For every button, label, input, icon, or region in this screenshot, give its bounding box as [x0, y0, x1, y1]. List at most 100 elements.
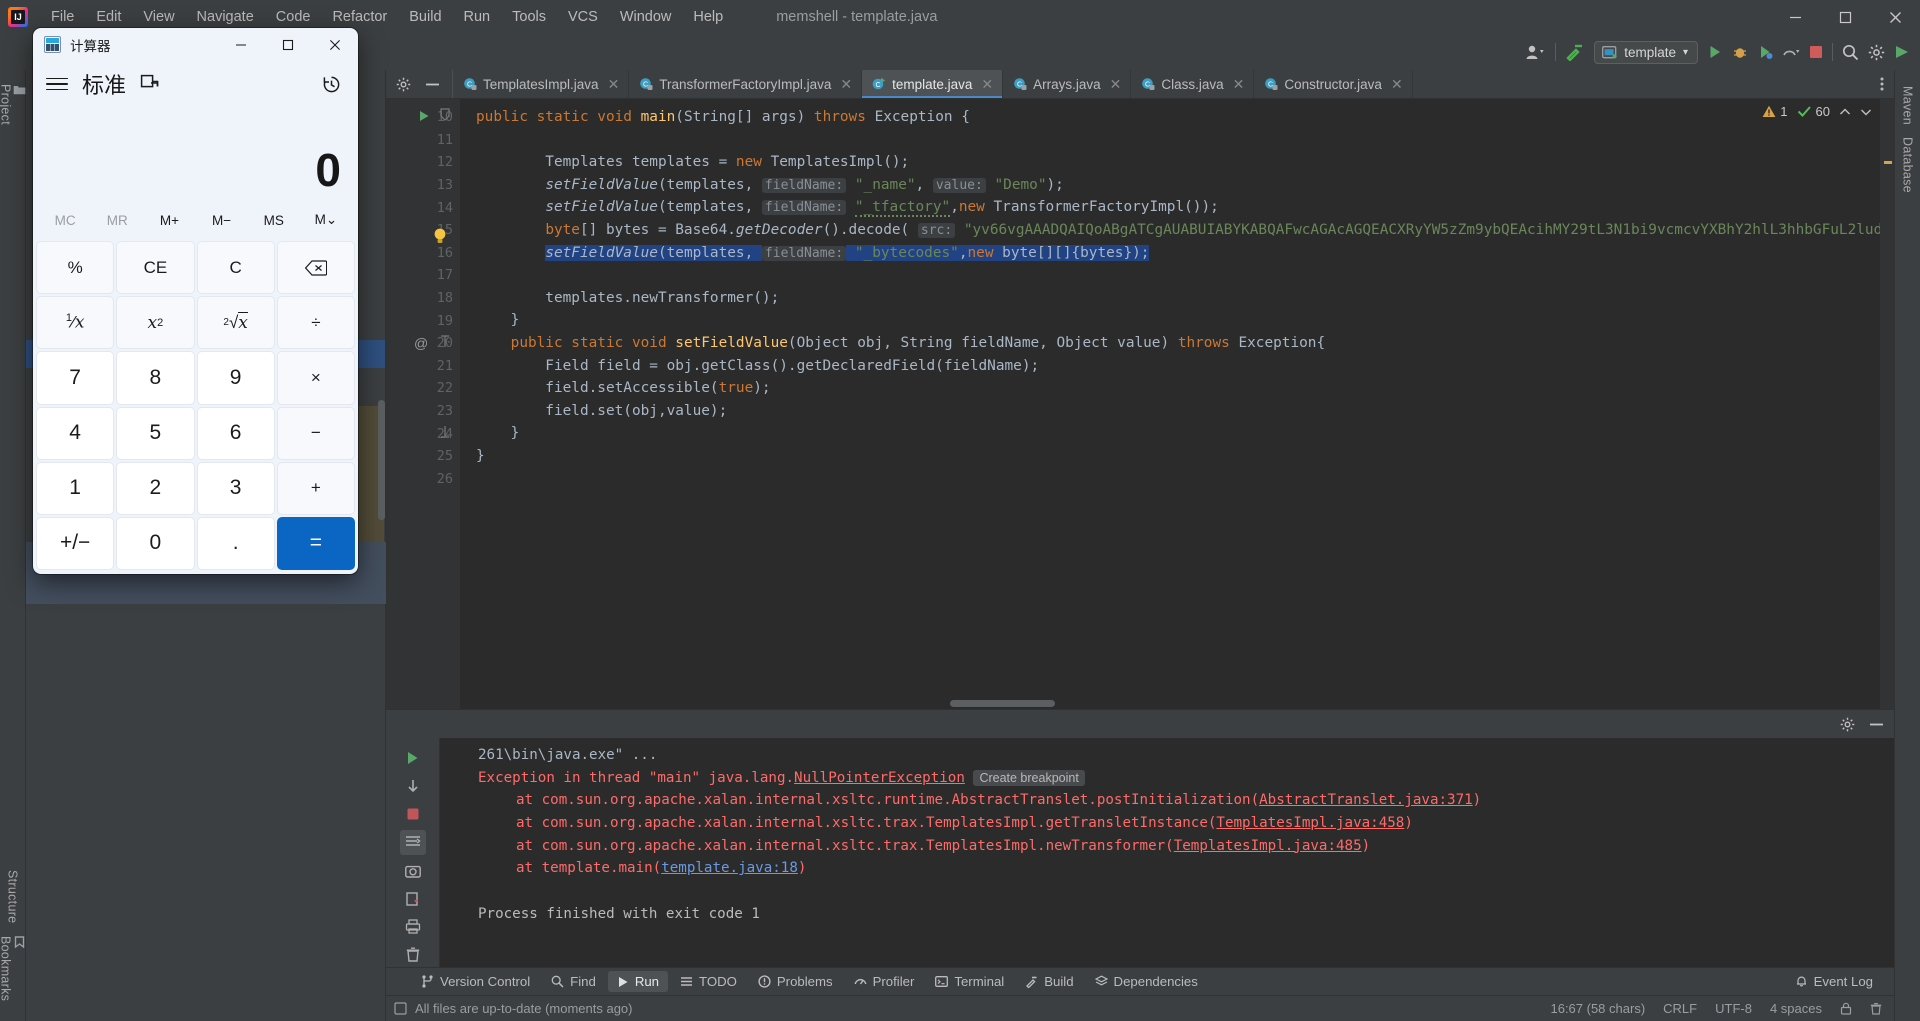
- memory-add-button[interactable]: M+: [143, 207, 195, 234]
- calculator-close-button[interactable]: [311, 28, 358, 61]
- key-6[interactable]: 6: [196, 406, 275, 460]
- trash-icon[interactable]: [1870, 1002, 1882, 1015]
- fold-marker-icon[interactable]: [440, 108, 450, 124]
- soft-wrap-icon[interactable]: [399, 830, 426, 855]
- history-icon[interactable]: [318, 71, 344, 97]
- menu-navigate[interactable]: Navigate: [186, 5, 265, 29]
- debug-button[interactable]: [1732, 44, 1748, 60]
- bottom-item-version-control[interactable]: Version Control: [412, 971, 539, 992]
- tab-template-java[interactable]: C template.java ✕: [862, 70, 1004, 98]
- console-output[interactable]: 261\bin\java.exe" ... Exception in threa…: [386, 738, 1894, 967]
- key-multiply[interactable]: ×: [276, 351, 355, 405]
- keep-on-top-icon[interactable]: [140, 74, 160, 94]
- run-button[interactable]: [1707, 44, 1723, 60]
- tabs-more-icon[interactable]: [1870, 70, 1894, 98]
- calculator-window[interactable]: 计算器 标准 0 MC MR M+ M− MS M⌄ % CE C 1⁄x x …: [33, 28, 358, 574]
- hamburger-menu-icon[interactable]: [46, 75, 68, 93]
- key-subtract[interactable]: −: [276, 406, 355, 460]
- editor-marker-bar[interactable]: [1880, 99, 1894, 709]
- tab-templatesimpl-java[interactable]: C TemplatesImpl.java ✕: [453, 70, 630, 98]
- tab-close-icon[interactable]: ✕: [1391, 76, 1403, 93]
- key-7[interactable]: 7: [36, 351, 115, 405]
- tab-close-icon[interactable]: ✕: [840, 76, 852, 93]
- lock-icon[interactable]: [1840, 1002, 1852, 1015]
- tab-constructor-java[interactable]: C Constructor.java ✕: [1254, 70, 1413, 98]
- stack-link[interactable]: TemplatesImpl.java:485: [1174, 838, 1362, 854]
- key-decimal[interactable]: .: [196, 516, 275, 570]
- menu-file[interactable]: File: [40, 5, 85, 29]
- bottom-item-todo[interactable]: TODO: [671, 971, 746, 992]
- code-editor[interactable]: 1 60 10 11 12 13 14 15 16 17 18 19 20 21…: [386, 99, 1894, 709]
- search-everywhere-icon[interactable]: [1842, 44, 1859, 61]
- key-2[interactable]: 2: [116, 461, 195, 515]
- memory-recall-button[interactable]: MR: [91, 207, 143, 234]
- tab-close-icon[interactable]: ✕: [1110, 76, 1122, 93]
- calculator-title-bar[interactable]: 计算器: [33, 28, 358, 61]
- clear-all-icon[interactable]: [400, 943, 426, 967]
- key-9[interactable]: 9: [196, 351, 275, 405]
- inspection-ok-count[interactable]: 60: [1797, 104, 1830, 119]
- tab-class-java[interactable]: C Class.java ✕: [1131, 70, 1255, 98]
- key-reciprocal[interactable]: 1⁄x: [36, 296, 115, 350]
- scroll-down-icon[interactable]: [400, 774, 426, 798]
- key-square[interactable]: x2: [116, 296, 195, 350]
- tool-window-project[interactable]: Project: [0, 78, 27, 131]
- menu-refactor[interactable]: Refactor: [321, 5, 398, 29]
- caret-position[interactable]: 16:67 (58 chars): [1550, 1001, 1645, 1016]
- indent-setting[interactable]: 4 spaces: [1770, 1001, 1822, 1016]
- hide-tool-window-icon[interactable]: [425, 78, 440, 91]
- export-icon[interactable]: [400, 887, 426, 911]
- stop-icon[interactable]: [400, 802, 426, 826]
- tab-close-icon[interactable]: ✕: [981, 76, 993, 93]
- chevron-up-icon[interactable]: [1839, 107, 1851, 117]
- tool-window-maven[interactable]: Maven: [1901, 80, 1915, 131]
- run-configuration-selector[interactable]: template ▾: [1594, 40, 1698, 64]
- bottom-item-problems[interactable]: Problems: [749, 971, 842, 992]
- menu-code[interactable]: Code: [265, 5, 322, 29]
- bottom-item-find[interactable]: Find: [542, 971, 605, 992]
- stack-link[interactable]: template.java:18: [661, 860, 798, 876]
- update-project-icon[interactable]: [1894, 44, 1912, 60]
- event-log-button[interactable]: Event Log: [1786, 971, 1882, 992]
- hide-run-window-icon[interactable]: [1869, 718, 1884, 731]
- key-add[interactable]: +: [276, 461, 355, 515]
- key-5[interactable]: 5: [116, 406, 195, 460]
- print-icon[interactable]: [400, 915, 426, 939]
- warning-count[interactable]: 1: [1762, 104, 1788, 119]
- tab-close-icon[interactable]: ✕: [608, 76, 620, 93]
- key-clear-entry[interactable]: CE: [116, 241, 195, 295]
- menu-run[interactable]: Run: [453, 5, 502, 29]
- memory-subtract-button[interactable]: M−: [196, 207, 248, 234]
- fold-marker-icon[interactable]: [440, 335, 450, 351]
- key-percent[interactable]: %: [36, 241, 115, 295]
- bottom-item-build[interactable]: Build: [1016, 971, 1082, 992]
- settings-gear-icon[interactable]: [396, 77, 411, 92]
- calculator-maximize-button[interactable]: [264, 28, 311, 61]
- create-breakpoint-chip[interactable]: Create breakpoint: [973, 769, 1085, 786]
- key-divide[interactable]: ÷: [276, 296, 355, 350]
- tool-window-bookmarks[interactable]: Bookmarks: [0, 930, 27, 1007]
- rerun-icon[interactable]: [400, 746, 426, 770]
- menu-build[interactable]: Build: [398, 5, 452, 29]
- tab-arrays-java[interactable]: C Arrays.java ✕: [1003, 70, 1132, 98]
- tool-window-database[interactable]: Database: [1901, 131, 1915, 199]
- menu-vcs[interactable]: VCS: [557, 5, 609, 29]
- tab-close-icon[interactable]: ✕: [1233, 76, 1245, 93]
- key-0[interactable]: 0: [116, 516, 195, 570]
- intention-bulb-icon[interactable]: [432, 227, 448, 243]
- menu-edit[interactable]: Edit: [85, 5, 132, 29]
- editor-horizontal-scrollbar[interactable]: [950, 700, 1055, 707]
- tool-window-structure[interactable]: Structure: [6, 864, 20, 929]
- settings-gear-icon[interactable]: [1840, 717, 1855, 732]
- key-1[interactable]: 1: [36, 461, 115, 515]
- menu-view[interactable]: View: [132, 5, 185, 29]
- key-equals[interactable]: =: [276, 516, 355, 570]
- memory-list-button[interactable]: M⌄: [300, 206, 352, 234]
- line-separator[interactable]: CRLF: [1663, 1001, 1697, 1016]
- exception-link[interactable]: NullPointerException: [794, 770, 965, 786]
- key-8[interactable]: 8: [116, 351, 195, 405]
- tab-transformerfactoryimpl-java[interactable]: C TransformerFactoryImpl.java ✕: [629, 70, 863, 98]
- stack-link[interactable]: AbstractTranslet.java:371: [1259, 792, 1473, 808]
- key-clear[interactable]: C: [196, 241, 275, 295]
- code-content[interactable]: public static void main(String[] args) t…: [460, 99, 1880, 709]
